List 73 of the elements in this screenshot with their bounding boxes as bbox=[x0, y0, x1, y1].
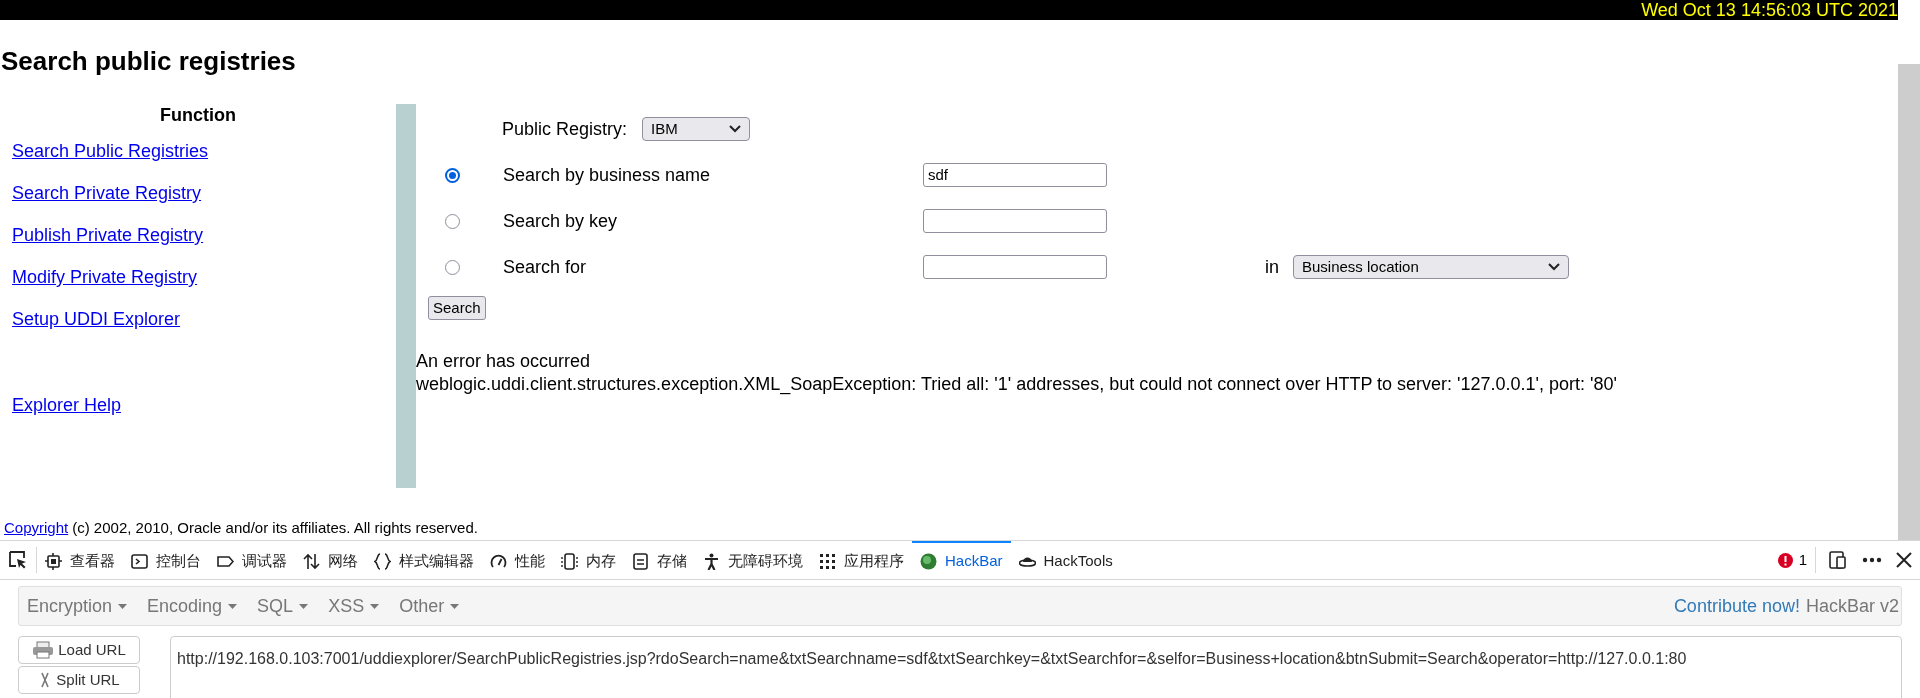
devtools-tab[interactable]: 无障碍环境 bbox=[695, 541, 811, 579]
text-field[interactable] bbox=[923, 255, 1107, 279]
in-label: in bbox=[1265, 255, 1280, 279]
arrows-icon bbox=[303, 552, 320, 570]
radio-button[interactable] bbox=[445, 167, 460, 183]
caret-icon bbox=[370, 603, 380, 609]
hat-icon bbox=[1018, 555, 1036, 567]
scrollbar[interactable] bbox=[1898, 0, 1920, 540]
error-count[interactable]: 1 bbox=[1769, 541, 1815, 579]
devtools-tab[interactable]: 性能 bbox=[482, 541, 553, 579]
dropdown[interactable]: IBM bbox=[642, 117, 750, 141]
devtools-tab[interactable]: 内存 bbox=[553, 541, 624, 579]
hackbar-button[interactable]: Split URL bbox=[18, 666, 140, 694]
copyright-text: (c) 2002, 2010, Oracle and/or its affiliates. All rights reserved. bbox=[72, 518, 478, 538]
page-title: Search public registries bbox=[1, 46, 297, 76]
gauge-icon bbox=[490, 552, 507, 570]
sidebar-link[interactable]: Search Private Registry bbox=[12, 182, 202, 204]
dropdown[interactable]: Business location bbox=[1293, 255, 1569, 279]
caret-icon bbox=[228, 603, 238, 609]
devtools-tab[interactable]: 查看器 bbox=[37, 541, 123, 579]
text-field[interactable]: sdf bbox=[923, 163, 1107, 187]
menu-dropdown[interactable]: Other bbox=[391, 592, 468, 620]
clock-text: Wed Oct 13 14:56:03 UTC 2021 bbox=[1641, 0, 1898, 20]
devtools-tab[interactable]: 存储 bbox=[624, 541, 695, 579]
devtools-tab[interactable]: 控制台 bbox=[123, 541, 209, 579]
help-link[interactable]: Explorer Help bbox=[12, 394, 122, 416]
chevron-icon bbox=[1548, 263, 1560, 271]
responsive-icon[interactable] bbox=[1828, 550, 1848, 570]
error-icon bbox=[1777, 552, 1793, 568]
close-icon[interactable] bbox=[1896, 552, 1912, 568]
sidebar-link[interactable]: Search Public Registries bbox=[12, 140, 209, 162]
hackbar-button[interactable]: Load URL bbox=[18, 636, 140, 664]
error-title: An error has occurred bbox=[416, 350, 592, 373]
frame-icon bbox=[45, 552, 62, 570]
error-message: weblogic.uddi.client.structures.exception.XML_SoapException: Tried all: '1' addresses, but could not connect over HTTP to server: '127.0.0.1', port: '80' bbox=[416, 373, 1617, 396]
sidebar-link[interactable]: Setup UDDI Explorer bbox=[12, 308, 181, 330]
ball-icon bbox=[920, 552, 937, 570]
devtools-tab[interactable]: 网络 bbox=[295, 541, 366, 579]
caret-icon bbox=[299, 603, 309, 609]
copyright-link[interactable]: Copyright bbox=[4, 518, 69, 538]
devtools-tab[interactable]: 调试器 bbox=[209, 541, 295, 579]
menu-dropdown[interactable]: SQL bbox=[249, 592, 317, 620]
sidebar-link[interactable]: Publish Private Registry bbox=[12, 224, 204, 246]
version-text: HackBar v2 bbox=[1805, 594, 1899, 618]
grid-icon bbox=[819, 552, 836, 570]
contribute-link[interactable]: Contribute now! bbox=[1673, 592, 1800, 620]
text-field[interactable] bbox=[923, 209, 1107, 233]
devtools-tab[interactable]: 应用程序 bbox=[811, 541, 912, 579]
person-icon bbox=[703, 552, 720, 570]
menu-dropdown[interactable]: Encryption bbox=[19, 592, 136, 620]
devtools-tab[interactable]: HackBar bbox=[912, 541, 1011, 579]
console-icon bbox=[131, 552, 148, 570]
search-button[interactable]: Search bbox=[428, 296, 486, 320]
menu-dropdown[interactable]: Encoding bbox=[139, 592, 246, 620]
pointer-icon[interactable] bbox=[8, 550, 28, 570]
sidebar-link[interactable]: Modify Private Registry bbox=[12, 266, 198, 288]
caret-icon bbox=[450, 603, 460, 609]
sidebar-heading: Function bbox=[159, 104, 237, 126]
devtools-tab[interactable]: HackTools bbox=[1010, 541, 1121, 579]
printer-icon bbox=[32, 641, 55, 659]
caret-icon bbox=[118, 603, 128, 609]
option-label: Search for bbox=[503, 255, 588, 279]
storage-icon bbox=[632, 552, 649, 570]
more-icon[interactable] bbox=[1862, 557, 1882, 563]
url-field[interactable]: http://192.168.0.103:7001/uddiexplorer/SearchPublicRegistries.jsp?rdoSearch=name&txtSearchname=sdf&txtSearchkey=&txtSearchfor=&selfor=Business+location&btnSubmit=Search&operator=http://127.0.0.1:80 bbox=[170, 636, 1902, 698]
devtools-tab[interactable]: 样式编辑器 bbox=[366, 541, 482, 579]
braces-icon bbox=[374, 552, 391, 570]
option-label: Search by business name bbox=[503, 163, 712, 187]
field-label: Public Registry: bbox=[502, 117, 629, 141]
option-label: Search by key bbox=[503, 209, 619, 233]
menu-dropdown[interactable]: XSS bbox=[320, 592, 388, 620]
chevron-icon bbox=[729, 125, 741, 133]
chip-icon bbox=[561, 552, 578, 570]
